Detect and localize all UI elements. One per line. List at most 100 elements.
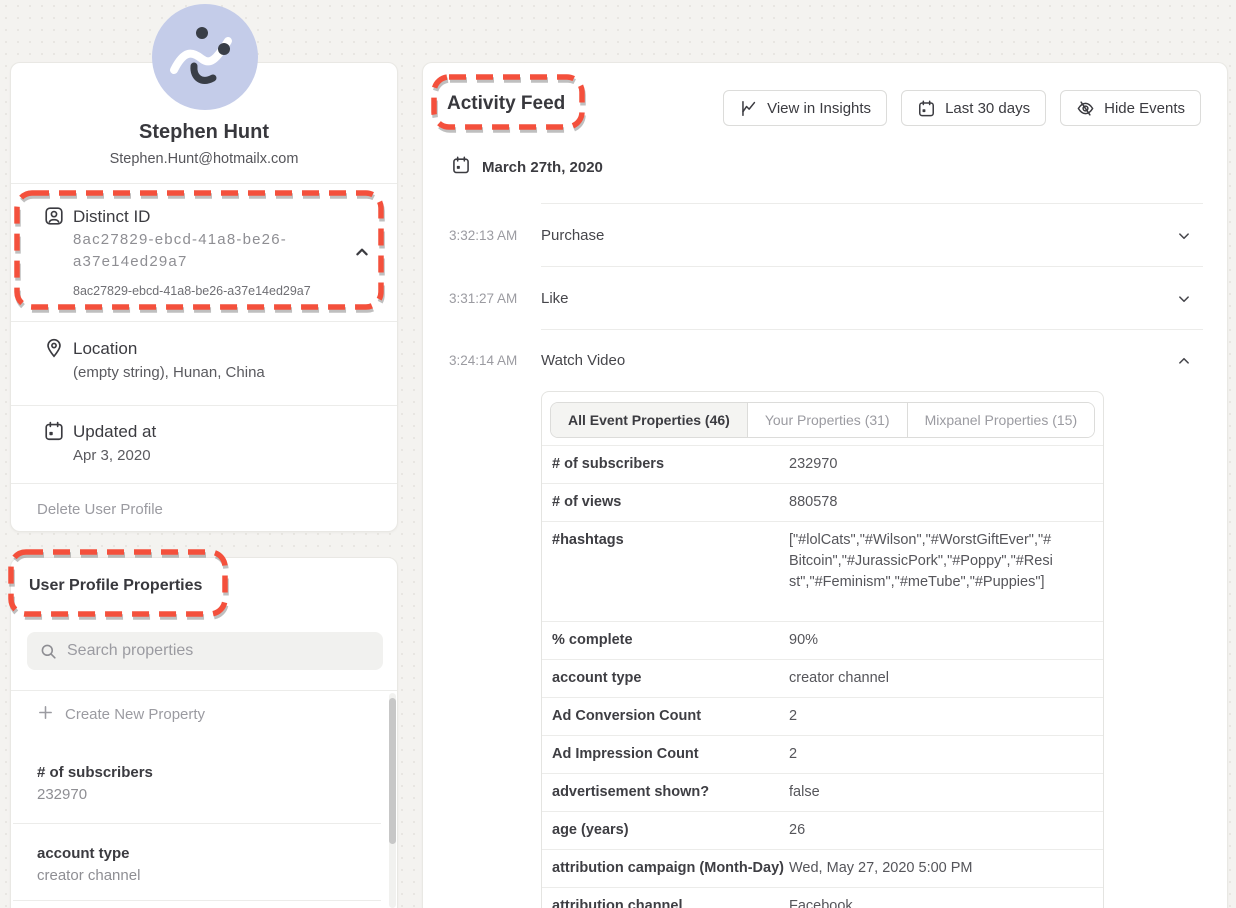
activity-date-row: March 27th, 2020 xyxy=(451,155,603,179)
hide-events-label: Hide Events xyxy=(1104,100,1185,117)
property-value: Facebook xyxy=(789,896,1075,908)
divider xyxy=(541,266,1203,267)
view-in-insights-button[interactable]: View in Insights xyxy=(723,90,887,126)
location-value: (empty string), Hunan, China xyxy=(73,364,265,381)
calendar-icon xyxy=(451,155,471,179)
avatar xyxy=(152,4,258,110)
property-key: advertisement shown? xyxy=(542,782,789,803)
user-name: Stephen Hunt xyxy=(11,121,397,144)
property-name: account type xyxy=(37,845,130,862)
updated-at-label: Updated at xyxy=(73,422,156,442)
property-key: # of subscribers xyxy=(542,454,789,475)
distinct-id-value: 8ac27829-ebcd-41a8-be26-a37e14ed29a7 xyxy=(73,229,325,273)
activity-feed-title: Activity Feed xyxy=(447,93,565,115)
property-key: # of views xyxy=(542,492,789,513)
table-row: account type creator channel xyxy=(542,660,1103,698)
property-key: attribution campaign (Month-Day) xyxy=(542,858,789,879)
distinct-id-label: Distinct ID xyxy=(73,207,150,227)
property-key: attribution channel xyxy=(542,896,789,908)
user-profile-card: Stephen Hunt Stephen.Hunt@hotmailx.com D… xyxy=(10,62,398,532)
property-key: Ad Conversion Count xyxy=(542,706,789,727)
hide-events-button[interactable]: Hide Events xyxy=(1060,90,1201,126)
property-value: Wed, May 27, 2020 5:00 PM xyxy=(789,858,1075,879)
property-value: creator channel xyxy=(37,867,140,884)
table-row: Ad Conversion Count 2 xyxy=(542,698,1103,736)
property-value: ["#lolCats","#Wilson","#WorstGiftEver","… xyxy=(789,530,1061,593)
property-key: % complete xyxy=(542,630,789,651)
divider xyxy=(11,690,397,691)
chevron-up-icon[interactable] xyxy=(1175,352,1193,370)
calendar-icon xyxy=(917,99,936,118)
tab-your-properties[interactable]: Your Properties (31) xyxy=(748,403,908,437)
table-row: attribution channel Facebook xyxy=(542,888,1103,908)
property-value: 90% xyxy=(789,630,1075,651)
eye-off-icon xyxy=(1076,99,1095,118)
divider xyxy=(541,203,1203,204)
divider xyxy=(541,329,1203,330)
activity-toolbar: View in Insights Last 30 days Hide Eve xyxy=(723,90,1201,126)
divider xyxy=(11,321,397,322)
mixpanel-user-profile-page: { "sidebar": { "name": "Stephen Hunt", "… xyxy=(0,0,1236,908)
create-new-property-label: Create New Property xyxy=(65,706,205,723)
property-key: Ad Impression Count xyxy=(542,744,789,765)
event-properties-table: # of subscribers 232970 # of views 88057… xyxy=(542,445,1103,908)
contact-card-icon xyxy=(43,205,65,227)
event-name: Purchase xyxy=(541,227,604,244)
property-value: 2 xyxy=(789,744,1075,765)
divider xyxy=(11,405,397,406)
divider xyxy=(11,483,397,484)
date-range-label: Last 30 days xyxy=(945,100,1030,117)
activity-date-label: March 27th, 2020 xyxy=(482,159,603,176)
location-label: Location xyxy=(73,339,137,359)
create-new-property-button[interactable]: Create New Property xyxy=(37,704,205,725)
scrollbar-thumb[interactable] xyxy=(389,698,396,844)
search-properties-input[interactable] xyxy=(67,642,371,660)
user-profile-properties-title: User Profile Properties xyxy=(29,577,202,595)
table-row: advertisement shown? false xyxy=(542,774,1103,812)
divider xyxy=(13,900,381,901)
updated-at-value: Apr 3, 2020 xyxy=(73,447,151,464)
table-row: % complete 90% xyxy=(542,622,1103,660)
user-profile-properties-card: User Profile Properties Create New Prope… xyxy=(10,557,398,908)
property-value: 880578 xyxy=(789,492,1075,513)
table-row: # of views 880578 xyxy=(542,484,1103,522)
delete-user-profile-link[interactable]: Delete User Profile xyxy=(37,501,163,518)
property-value: 26 xyxy=(789,820,1075,841)
property-name: # of subscribers xyxy=(37,764,153,781)
table-row: Ad Impression Count 2 xyxy=(542,736,1103,774)
insights-chart-icon xyxy=(739,99,758,118)
date-range-button[interactable]: Last 30 days xyxy=(901,90,1046,126)
chevron-down-icon[interactable] xyxy=(1175,227,1193,245)
property-value: 2 xyxy=(789,706,1075,727)
user-email: Stephen.Hunt@hotmailx.com xyxy=(11,151,397,167)
table-row: age (years) 26 xyxy=(542,812,1103,850)
event-properties-tabs: All Event Properties (46) Your Propertie… xyxy=(550,402,1095,438)
activity-feed-card: Activity Feed View in Insights Last 30 d… xyxy=(422,62,1228,908)
tab-mixpanel-properties[interactable]: Mixpanel Properties (15) xyxy=(908,403,1095,437)
property-key: age (years) xyxy=(542,820,789,841)
collapse-caret-icon[interactable] xyxy=(351,241,373,263)
view-in-insights-label: View in Insights xyxy=(767,100,871,117)
property-value: 232970 xyxy=(789,454,1075,475)
property-value: false xyxy=(789,782,1075,803)
table-row: # of subscribers 232970 xyxy=(542,446,1103,484)
distinct-id-full: 8ac27829-ebcd-41a8-be26-a37e14ed29a7 xyxy=(73,284,311,298)
calendar-icon xyxy=(43,420,65,442)
search-properties-box xyxy=(27,632,383,670)
divider xyxy=(13,823,381,824)
divider xyxy=(11,183,397,184)
plus-icon xyxy=(37,704,54,725)
event-time: 3:24:14 AM xyxy=(449,353,517,368)
event-name: Watch Video xyxy=(541,352,625,369)
table-row: #hashtags ["#lolCats","#Wilson","#WorstG… xyxy=(542,522,1103,622)
property-value: 232970 xyxy=(37,786,87,803)
tab-all-event-properties[interactable]: All Event Properties (46) xyxy=(551,403,748,437)
property-value: creator channel xyxy=(789,668,1075,689)
chevron-down-icon[interactable] xyxy=(1175,290,1193,308)
property-key: account type xyxy=(542,668,789,689)
event-name: Like xyxy=(541,290,569,307)
property-key: #hashtags xyxy=(542,530,789,551)
search-icon xyxy=(39,642,58,661)
event-properties-panel: All Event Properties (46) Your Propertie… xyxy=(541,391,1104,908)
event-time: 3:32:13 AM xyxy=(449,228,517,243)
